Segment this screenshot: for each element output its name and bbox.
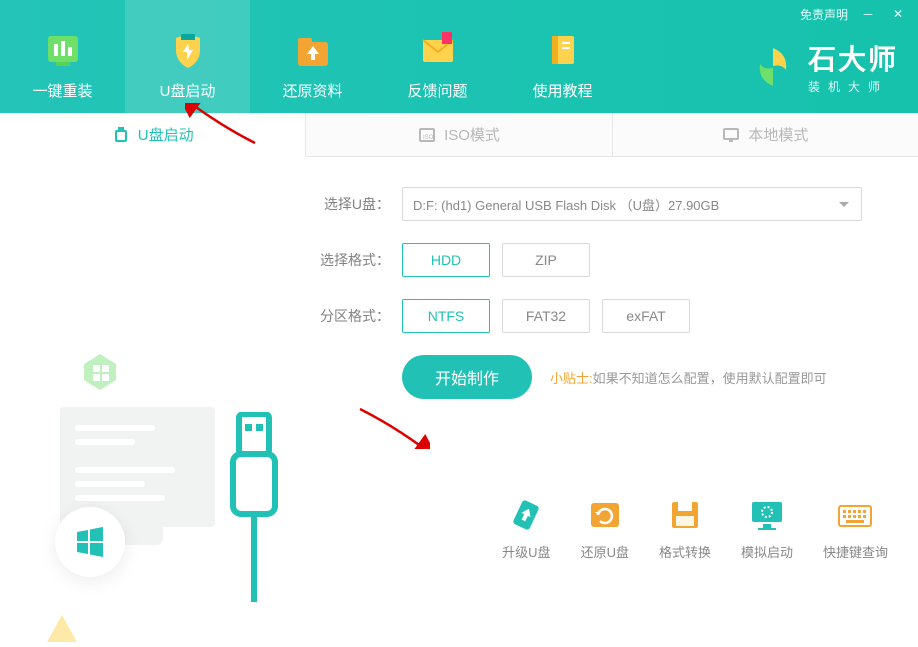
triangle-decoration-icon [45, 612, 80, 647]
tool-restore-label: 还原U盘 [581, 542, 629, 561]
tab-usb-boot[interactable]: U盘启动 [125, 0, 250, 113]
title-bar: 免责声明 ─ ✕ 一键重装 U盘启动 还原资料 反馈问题 [0, 0, 918, 113]
svg-text:ISO: ISO [423, 135, 434, 141]
tool-restore-usb[interactable]: 还原U盘 [581, 496, 629, 561]
windows-icon [74, 526, 106, 558]
chart-icon [42, 28, 84, 70]
upload-folder-icon [292, 28, 334, 70]
tab-reinstall-label: 一键重装 [32, 80, 92, 101]
tip-text: 小贴士:如果不知道怎么配置，使用默认配置即可 [550, 368, 827, 387]
minimize-button[interactable]: ─ [858, 4, 878, 24]
tab-feedback-label: 反馈问题 [407, 80, 467, 101]
usb-icon [112, 125, 130, 143]
tab-feedback[interactable]: 反馈问题 [375, 0, 500, 113]
tab-tutorial-label: 使用教程 [532, 80, 592, 101]
tab-reinstall[interactable]: 一键重装 [0, 0, 125, 113]
tool-upgrade-usb[interactable]: 升级U盘 [502, 496, 550, 561]
label-format: 选择格式： [320, 250, 390, 270]
book-icon [542, 28, 584, 70]
iso-icon: ISO [418, 126, 436, 144]
tab-usb-boot-label: U盘启动 [160, 80, 216, 101]
windows-badge [55, 507, 125, 577]
subtab-local[interactable]: 本地模式 [613, 113, 918, 156]
subtab-usb-label: U盘启动 [138, 124, 194, 145]
tool-convert-label: 格式转换 [659, 542, 711, 561]
tool-simulate-label: 模拟启动 [741, 542, 793, 561]
usb-drive-select[interactable]: D:F: (hd1) General USB Flash Disk （U盘）27… [402, 187, 862, 221]
tool-shortcut-label: 快捷键查询 [823, 542, 888, 561]
tab-restore[interactable]: 还原资料 [250, 0, 375, 113]
tool-convert[interactable]: 格式转换 [659, 496, 711, 561]
keyboard-icon [836, 496, 874, 534]
brand: 石大师 装机大师 [750, 38, 898, 95]
screen-icon [748, 496, 786, 534]
floppy-icon [666, 496, 704, 534]
subtab-iso[interactable]: ISO ISO模式 [306, 113, 612, 156]
partition-ntfs-button[interactable]: NTFS [402, 299, 490, 333]
partition-fat32-button[interactable]: FAT32 [502, 299, 590, 333]
usb-plug-icon [225, 412, 285, 612]
mail-icon [417, 28, 459, 70]
subtab-local-label: 本地模式 [748, 124, 808, 145]
monitor-icon [722, 126, 740, 144]
usb-up-icon [507, 496, 545, 534]
label-select-usb: 选择U盘： [320, 194, 390, 214]
illustration-panel [0, 157, 310, 579]
tool-shortcut[interactable]: 快捷键查询 [823, 496, 888, 561]
tab-restore-label: 还原资料 [282, 80, 342, 101]
bottom-toolbar: 升级U盘 还原U盘 格式转换 模拟启动 快捷键查询 [502, 496, 888, 561]
usb-drive-value: D:F: (hd1) General USB Flash Disk （U盘）27… [413, 195, 719, 214]
format-zip-button[interactable]: ZIP [502, 243, 590, 277]
label-partition: 分区格式： [320, 306, 390, 326]
hexagon-decoration-icon [80, 352, 120, 392]
brand-subtitle: 装机大师 [808, 78, 888, 95]
subtab-usb[interactable]: U盘启动 [0, 113, 306, 157]
brand-title: 石大师 [808, 38, 898, 78]
disclaimer-link[interactable]: 免责声明 [800, 6, 848, 23]
partition-exfat-button[interactable]: exFAT [602, 299, 690, 333]
tool-simulate[interactable]: 模拟启动 [741, 496, 793, 561]
tool-upgrade-label: 升级U盘 [502, 542, 550, 561]
sub-tabs: U盘启动 ISO ISO模式 本地模式 [0, 113, 918, 157]
restore-icon [586, 496, 624, 534]
close-button[interactable]: ✕ [888, 4, 908, 24]
tab-tutorial[interactable]: 使用教程 [500, 0, 625, 113]
format-hdd-button[interactable]: HDD [402, 243, 490, 277]
brand-logo-icon [750, 44, 796, 90]
start-create-button[interactable]: 开始制作 [402, 355, 532, 399]
shield-icon [167, 28, 209, 70]
subtab-iso-label: ISO模式 [444, 124, 500, 145]
